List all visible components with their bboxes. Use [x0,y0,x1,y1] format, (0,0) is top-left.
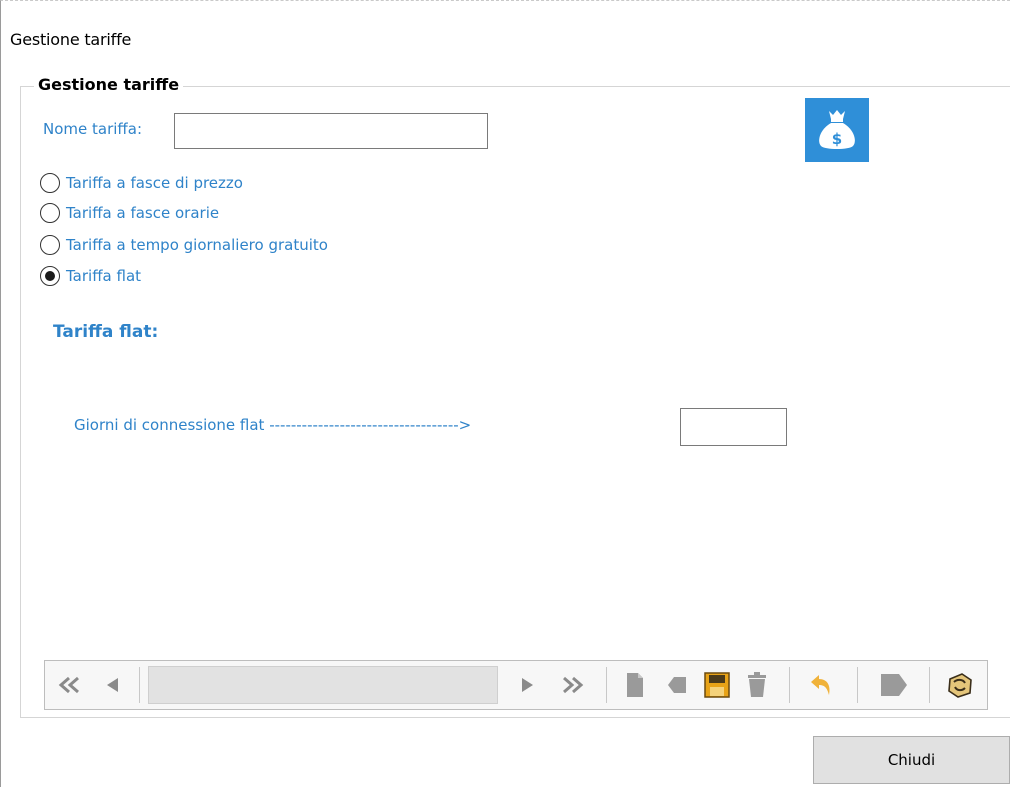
separator [929,667,930,703]
previous-record-button[interactable] [95,661,131,709]
nome-tariffa-label: Nome tariffa: [43,120,142,138]
previous-record-icon [107,678,118,692]
radio-label: Tariffa a tempo giornaliero gratuito [66,236,328,254]
next-record-icon [522,678,533,692]
radio-button[interactable] [40,173,60,193]
save-icon [704,672,730,698]
next-record-button[interactable] [509,661,545,709]
refresh-button[interactable] [937,661,983,709]
separator [857,667,858,703]
separator [139,667,140,703]
radio-button[interactable] [40,203,60,223]
radio-dot [45,271,55,281]
group-legend: Gestione tariffe [34,75,184,94]
refresh-icon [948,673,972,698]
money-bag-icon: $ [819,110,855,149]
delete-button[interactable] [739,661,775,709]
cancel-icon [881,674,907,696]
separator [789,667,790,703]
window-title: Gestione tariffe [10,30,132,49]
undo-icon [811,675,830,695]
tariffa-flat-title: Tariffa flat: [53,322,159,342]
radio-button-checked[interactable] [40,266,60,286]
giorni-input[interactable] [680,408,787,446]
radio-label: Tariffa flat [66,267,142,285]
record-navigator [44,660,988,710]
new-record-icon [627,673,643,697]
separator [606,667,607,703]
last-record-icon [563,676,584,694]
radio-fasce-prezzo[interactable]: Tariffa a fasce di prezzo [40,171,243,195]
radio-fasce-orarie[interactable]: Tariffa a fasce orarie [40,201,219,225]
radio-tariffa-flat[interactable]: Tariffa flat [40,264,141,288]
cancel-button[interactable] [871,661,917,709]
radio-label: Tariffa a fasce orarie [66,204,220,222]
close-button[interactable]: Chiudi [813,736,1010,784]
first-record-button[interactable] [49,661,91,709]
svg-text:$: $ [832,130,842,148]
giorni-label: Giorni di connessione flat -------------… [74,416,472,434]
radio-tempo-giornaliero[interactable]: Tariffa a tempo giornaliero gratuito [40,233,328,257]
last-record-button[interactable] [549,661,595,709]
first-record-icon [58,676,79,694]
radio-label: Tariffa a fasce di prezzo [66,174,243,192]
delete-icon [748,672,766,697]
save-button[interactable] [699,661,735,709]
record-scrollbar[interactable] [148,666,498,704]
new-record-button[interactable] [617,661,653,709]
edit-record-button[interactable] [659,661,695,709]
edit-record-icon [668,677,686,693]
nome-tariffa-input[interactable] [174,113,488,149]
money-bag-button[interactable]: $ [805,98,869,162]
radio-button[interactable] [40,235,60,255]
undo-button[interactable] [799,661,843,709]
